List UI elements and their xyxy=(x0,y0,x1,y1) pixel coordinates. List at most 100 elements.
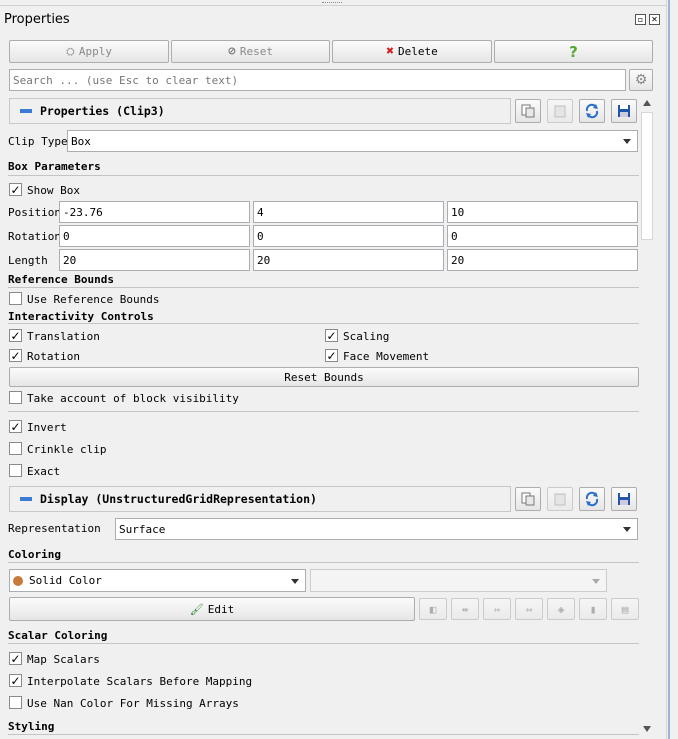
scroll-up-icon[interactable] xyxy=(643,100,651,106)
map-scalars-checkbox[interactable]: ✓ xyxy=(9,652,22,665)
position-x-input[interactable]: -23.76 xyxy=(59,201,250,223)
position-x-value: -23.76 xyxy=(63,205,103,219)
rotation-x-input[interactable]: 0 xyxy=(59,225,250,247)
position-y-value: 4 xyxy=(257,205,264,219)
chevron-down-icon xyxy=(592,578,600,584)
crinkle-clip-checkbox[interactable] xyxy=(9,442,22,455)
collapse-icon xyxy=(20,497,32,501)
delete-label: Delete xyxy=(398,45,438,58)
divider xyxy=(8,175,639,176)
help-button[interactable]: ? xyxy=(494,40,653,63)
close-icon[interactable]: ✕ xyxy=(649,14,660,25)
rescale-temporal-button[interactable]: ⇔ xyxy=(515,598,543,620)
save-preset-button[interactable]: ▤ xyxy=(611,598,639,620)
length-y-input[interactable]: 20 xyxy=(253,249,444,271)
paste-display-button[interactable] xyxy=(547,487,573,511)
translation-label: Translation xyxy=(27,330,100,343)
delete-icon: ✖ xyxy=(386,44,395,59)
scaling-checkbox[interactable]: ✓ xyxy=(325,329,338,342)
crinkle-clip-label: Crinkle clip xyxy=(27,443,107,456)
color-legend-button[interactable]: ◧ xyxy=(419,598,447,620)
rotation-control-label: Rotation xyxy=(27,350,80,363)
interpolate-scalars-checkbox[interactable]: ✓ xyxy=(9,674,22,687)
rotation-z-value: 0 xyxy=(451,229,458,243)
styling-header: Styling xyxy=(8,720,55,733)
exact-checkbox[interactable] xyxy=(9,464,22,477)
paste-properties-button[interactable] xyxy=(547,99,573,123)
advanced-gear-button[interactable]: ⚙ xyxy=(629,69,653,91)
invert-checkbox[interactable]: ✓ xyxy=(9,420,22,433)
coloring-header: Coloring xyxy=(8,548,61,561)
search-input[interactable]: Search ... (use Esc to clear text) xyxy=(9,69,626,91)
gear-icon: ⚙ xyxy=(634,72,648,88)
rescale-custom-icon: ⇿ xyxy=(493,602,501,616)
rotation-y-input[interactable]: 0 xyxy=(253,225,444,247)
face-movement-checkbox[interactable]: ✓ xyxy=(325,349,338,362)
choose-preset-button[interactable]: ▮ xyxy=(579,598,607,620)
scroll-down-icon[interactable] xyxy=(643,726,651,732)
refresh-icon xyxy=(585,103,599,119)
block-visibility-label: Take account of block visibility xyxy=(27,392,239,405)
save-preset-icon: ▤ xyxy=(621,602,629,616)
scalar-coloring-header: Scalar Coloring xyxy=(8,629,108,642)
chevron-down-icon xyxy=(291,578,299,584)
reset-button[interactable]: ⊘ Reset xyxy=(171,40,330,63)
length-z-value: 20 xyxy=(451,253,465,267)
restore-defaults-button[interactable] xyxy=(579,99,605,123)
use-reference-bounds-checkbox[interactable] xyxy=(9,292,22,305)
properties-section-title: Properties (Clip3) xyxy=(40,104,165,118)
display-section-header[interactable]: Display (UnstructuredGridRepresentation) xyxy=(9,486,511,512)
translation-checkbox[interactable]: ✓ xyxy=(9,329,22,342)
copy-icon xyxy=(521,492,535,506)
reset-bounds-button[interactable]: Reset Bounds xyxy=(9,367,639,387)
apply-button[interactable]: ⛭ Apply xyxy=(9,40,169,63)
length-x-input[interactable]: 20 xyxy=(59,249,250,271)
clip-type-combo[interactable]: Box xyxy=(67,130,638,152)
rotation-y-value: 0 xyxy=(257,229,264,243)
length-y-value: 20 xyxy=(257,253,271,267)
reset-bounds-label: Reset Bounds xyxy=(284,370,364,384)
restore-display-defaults-button[interactable] xyxy=(579,487,605,511)
save-defaults-button[interactable] xyxy=(611,99,637,123)
edit-color-button[interactable]: 🖌 Edit xyxy=(9,597,415,621)
length-z-input[interactable]: 20 xyxy=(447,249,638,271)
map-scalars-label: Map Scalars xyxy=(27,653,100,666)
float-icon[interactable]: ▫ xyxy=(635,14,646,25)
divider xyxy=(8,323,639,324)
exact-label: Exact xyxy=(27,465,61,478)
rescale-visible-button[interactable]: ◈ xyxy=(547,598,575,620)
copy-icon xyxy=(521,104,535,118)
representation-combo[interactable]: Surface xyxy=(115,518,638,540)
position-y-input[interactable]: 4 xyxy=(253,201,444,223)
position-z-input[interactable]: 10 xyxy=(447,201,638,223)
divider xyxy=(8,287,639,288)
coloring-component-combo[interactable] xyxy=(310,569,607,592)
window-border xyxy=(668,0,670,739)
save-display-defaults-button[interactable] xyxy=(611,487,637,511)
clip-type-value: Box xyxy=(71,134,91,148)
rescale-icon: ⇹ xyxy=(461,602,469,616)
properties-section-header[interactable]: Properties (Clip3) xyxy=(9,98,511,124)
rescale-range-button[interactable]: ⇹ xyxy=(451,598,479,620)
rotation-label: Rotation xyxy=(8,230,61,243)
chevron-down-icon xyxy=(623,139,631,144)
rotation-x-value: 0 xyxy=(63,229,70,243)
reference-bounds-header: Reference Bounds xyxy=(8,273,114,286)
show-box-label: Show Box xyxy=(27,184,80,197)
block-visibility-checkbox[interactable] xyxy=(9,391,22,404)
edit-palette-icon: 🖌 xyxy=(189,602,204,616)
position-label: Position xyxy=(8,206,61,219)
coloring-combo[interactable]: Solid Color xyxy=(9,569,306,592)
show-box-checkbox[interactable]: ✓ xyxy=(9,183,22,196)
edit-label: Edit xyxy=(207,602,235,616)
delete-button[interactable]: ✖ Delete xyxy=(332,40,492,63)
copy-display-button[interactable] xyxy=(515,487,541,511)
rescale-custom-button[interactable]: ⇿ xyxy=(483,598,511,620)
nan-color-checkbox[interactable] xyxy=(9,696,22,709)
copy-properties-button[interactable] xyxy=(515,99,541,123)
rescale-temporal-icon: ⇔ xyxy=(525,602,533,616)
use-reference-bounds-label: Use Reference Bounds xyxy=(27,293,160,306)
rotation-z-input[interactable]: 0 xyxy=(447,225,638,247)
scrollbar-thumb[interactable] xyxy=(641,112,653,240)
rotation-checkbox[interactable]: ✓ xyxy=(9,349,22,362)
